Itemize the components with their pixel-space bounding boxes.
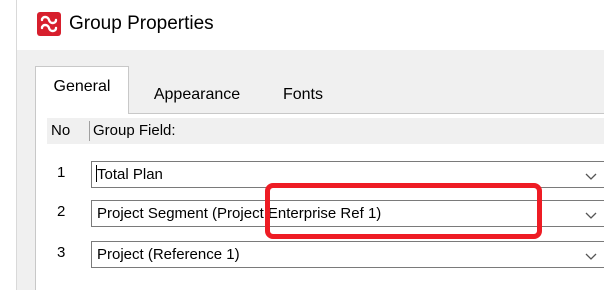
- tab-strip: General Appearance Fonts: [17, 66, 604, 114]
- column-header-no: No: [51, 122, 71, 139]
- group-field-dropdown-3[interactable]: Project (Reference 1): [91, 241, 604, 268]
- row-number: 2: [57, 203, 66, 220]
- tab-general[interactable]: General: [35, 66, 129, 114]
- row-number: 3: [57, 244, 66, 261]
- row-number: 1: [57, 164, 66, 181]
- column-divider[interactable]: [89, 121, 90, 141]
- app-logo-icon: [37, 12, 61, 36]
- tab-appearance[interactable]: Appearance: [133, 76, 261, 114]
- chevron-down-icon[interactable]: [583, 250, 599, 262]
- title-bar: Group Properties: [17, 0, 604, 50]
- dropdown-value: Total Plan: [97, 166, 163, 183]
- group-field-row: 3 Project (Reference 1): [47, 237, 604, 271]
- grid-header: No Group Field:: [47, 118, 604, 144]
- dropdown-value: Project Segment (Project Enterprise Ref …: [97, 205, 382, 222]
- dropdown-value: Project (Reference 1): [97, 246, 240, 263]
- group-field-dropdown-1[interactable]: Total Plan: [91, 161, 604, 188]
- group-field-dropdown-2[interactable]: Project Segment (Project Enterprise Ref …: [91, 200, 604, 227]
- column-header-group-field: Group Field:: [93, 122, 176, 139]
- group-field-row: 2 Project Segment (Project Enterprise Re…: [47, 196, 604, 230]
- group-properties-window: Group Properties General Appearance Font…: [16, 0, 604, 290]
- tab-fonts[interactable]: Fonts: [265, 76, 341, 114]
- chevron-down-icon[interactable]: [583, 170, 599, 182]
- window-title: Group Properties: [69, 13, 214, 34]
- chevron-down-icon[interactable]: [583, 209, 599, 221]
- group-field-row: 1 Total Plan: [47, 157, 604, 191]
